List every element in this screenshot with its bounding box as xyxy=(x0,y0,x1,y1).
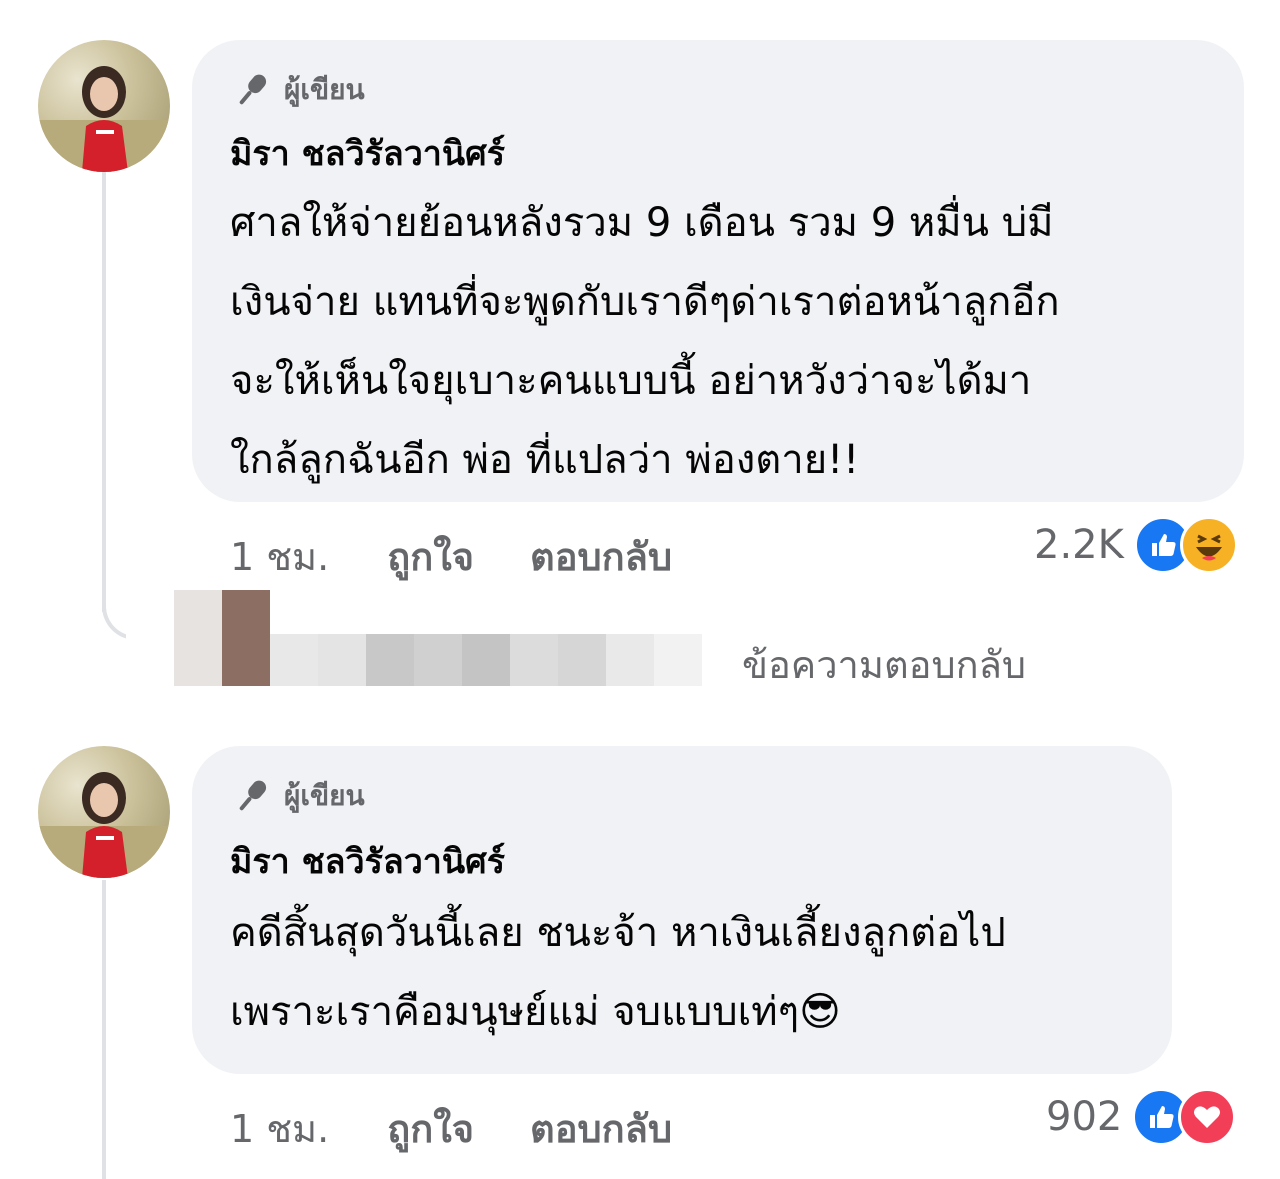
reply-preview-label[interactable]: ข้อความตอบกลับ xyxy=(742,634,1026,695)
comment-line: ศาลให้จ่ายย้อนหลังรวม 9 เดือน รวม 9 หมื่… xyxy=(230,200,1054,246)
comment-line: จะให้เห็นใจยุเบาะคนแบบนี้ อย่าหวังว่าจะไ… xyxy=(230,358,1032,404)
thread-line xyxy=(102,172,106,612)
author-badge-label: ผู้เขียน xyxy=(284,73,365,106)
reaction-summary[interactable]: 2.2K xyxy=(1034,516,1238,574)
comment-actions: 1 ชม. ถูกใจ ตอบกลับ xyxy=(230,526,672,587)
thread-line xyxy=(102,880,106,1179)
like-button[interactable]: ถูกใจ xyxy=(387,1098,474,1159)
reaction-count: 2.2K xyxy=(1034,522,1124,568)
author-badge: ผู้เขียน xyxy=(230,774,365,818)
microphone-icon xyxy=(239,780,267,811)
avatar[interactable] xyxy=(38,40,170,172)
comment-line: เงินจ่าย แทนที่จะพูดกับเราดีๆด่าเราต่อหน… xyxy=(230,279,1060,325)
author-badge-label: ผู้เขียน xyxy=(284,779,365,812)
commenter-name[interactable]: มิรา ชลวิรัลวานิศร์ xyxy=(230,126,505,180)
love-icon xyxy=(1178,1088,1237,1146)
comment-line: เพราะเราคือมนุษย์แม่ จบแบบเท่ๆ😎 xyxy=(230,989,841,1035)
reaction-summary[interactable]: 902 xyxy=(1046,1088,1237,1146)
comment-text: คดีสิ้นสุดวันนี้เลย ชนะจ้า หาเงินเลี้ยงล… xyxy=(230,894,1006,1052)
avatar[interactable] xyxy=(38,746,170,878)
microphone-icon xyxy=(239,74,267,105)
blurred-reply-preview[interactable] xyxy=(126,590,702,686)
haha-icon xyxy=(1179,516,1238,574)
reply-button[interactable]: ตอบกลับ xyxy=(530,526,672,587)
timestamp[interactable]: 1 ชม. xyxy=(230,1098,329,1159)
reaction-count: 902 xyxy=(1046,1094,1123,1140)
comment-actions: 1 ชม. ถูกใจ ตอบกลับ xyxy=(230,1098,672,1159)
comment-text: ศาลให้จ่ายย้อนหลังรวม 9 เดือน รวม 9 หมื่… xyxy=(230,184,1060,500)
commenter-name[interactable]: มิรา ชลวิรัลวานิศร์ xyxy=(230,834,505,888)
timestamp[interactable]: 1 ชม. xyxy=(230,526,329,587)
comment-line: ใกล้ลูกฉันอีก พ่อ ที่แปลว่า พ่องตาย!! xyxy=(230,437,860,483)
comment-line: คดีสิ้นสุดวันนี้เลย ชนะจ้า หาเงินเลี้ยงล… xyxy=(230,910,1006,956)
reply-button[interactable]: ตอบกลับ xyxy=(530,1098,672,1159)
like-button[interactable]: ถูกใจ xyxy=(387,526,474,587)
author-badge: ผู้เขียน xyxy=(230,68,365,112)
